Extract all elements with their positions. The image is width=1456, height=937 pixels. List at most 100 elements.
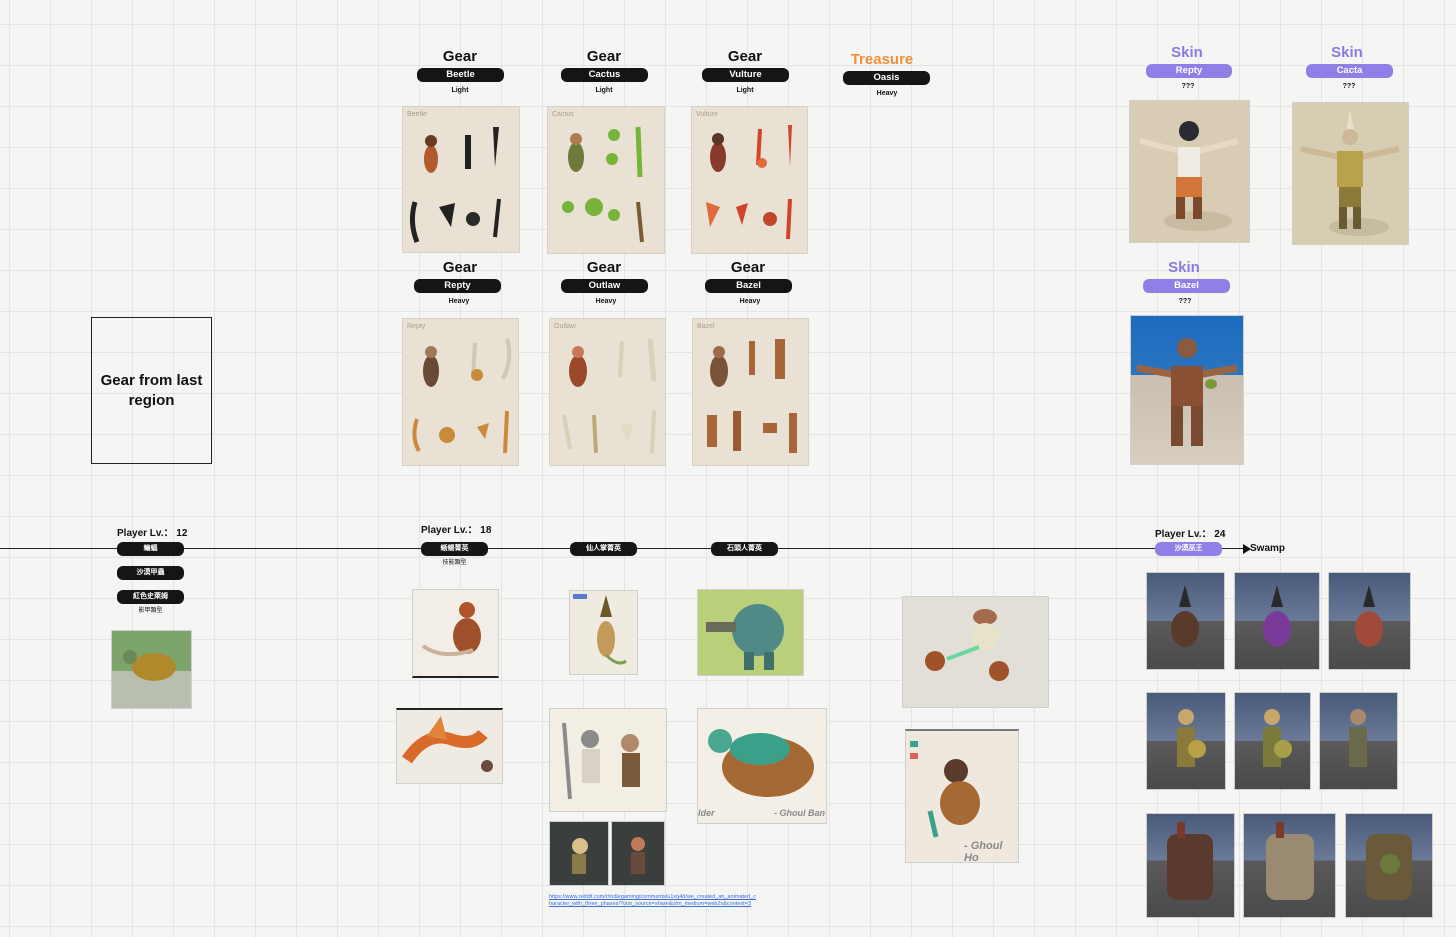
gear-title-cactus: Gear [586,48,622,65]
enemy-image-small-2[interactable] [611,821,665,886]
treasure-title: Treasure [850,51,914,68]
skin-pill-cacta[interactable]: Cacta [1306,64,1393,78]
skin-render-cacta[interactable] [1292,102,1409,245]
gear-pill-outlaw[interactable]: Outlaw [561,279,648,293]
boss-variant-3[interactable] [1328,572,1411,670]
enemy-image-stoneman[interactable] [697,589,804,676]
reference-link[interactable]: https://www.reddit.com/r/indiegaming/com… [549,894,759,908]
gear-from-last-region-box[interactable]: Gear from last region [91,317,212,464]
gear-pill-vulture[interactable]: Vulture [702,68,789,82]
enemy-image-ghoul-hound[interactable]: - Ghoul Ho [905,729,1019,863]
creature-figure [562,722,640,800]
gear-weight-repty: Heavy [448,298,470,305]
gear-card-beetle[interactable]: Beetle [402,106,520,253]
enemy-image-cactus-elite[interactable] [569,590,638,675]
player-level-18: Player Lv.： 18 [421,525,492,536]
character-figure [1300,109,1400,236]
gear-sheet-art [412,338,512,454]
creature-figure [1349,709,1367,767]
creature-figure [1171,585,1199,647]
boss-variant-4[interactable] [1146,692,1226,790]
creature-figure [112,650,191,708]
creature-figure [572,838,588,874]
gear-title-bazel: Gear [730,259,766,276]
skin-render-bazel[interactable] [1130,315,1244,465]
enemy-image-ghoul-beast[interactable]: lder - Ghoul Ban [697,708,827,824]
enemy-image-outlaws[interactable] [549,708,667,812]
gear-card-vulture[interactable]: Vulture [691,106,808,254]
gear-card-outlaw[interactable]: Outlaw [549,318,666,466]
gear-pill-beetle[interactable]: Beetle [417,68,504,82]
creature-figure [708,729,814,797]
creature-figure [706,604,784,670]
gear-weight-vulture: Light [736,87,754,94]
treasure-figure [925,609,1009,681]
skin-pill-repty[interactable]: Repty [1146,64,1232,78]
enemy-image-beetle[interactable] [111,630,192,709]
enemy-pill-desert-witch-king[interactable]: 沙漠巫王 [1155,542,1222,556]
skin-render-repty[interactable] [1129,100,1250,243]
boss-variant-6[interactable] [1319,692,1398,790]
treasure-pill-oasis[interactable]: Oasis [843,71,930,85]
gear-from-last-region-label: Gear from last region [100,371,203,409]
enemy-pill-stoneman-elite[interactable]: 石頭人菁英 [711,542,778,556]
image-caption: lder [698,808,715,818]
image-caption: - Ghoul Ho [964,840,1003,863]
gear-pill-cactus[interactable]: Cactus [561,68,648,82]
creature-figure [402,716,493,772]
treasure-weight: Heavy [876,90,898,97]
enemy-image-lizard[interactable] [412,589,499,678]
skin-title-cacta: Skin [1331,44,1363,61]
skin-note-bazel: ??? [1178,298,1192,305]
gear-card-repty[interactable]: Repty [402,318,519,466]
character-figure [1136,338,1238,446]
gear-sheet-art [706,125,792,240]
creature-figure [631,837,645,874]
gear-pill-bazel[interactable]: Bazel [705,279,792,293]
creature-figure [1177,709,1206,767]
creature-figure [573,594,627,665]
gear-title-repty: Gear [442,259,478,276]
skin-pill-bazel[interactable]: Bazel [1143,279,1230,293]
enemy-image-small-1[interactable] [549,821,609,886]
boss-variant-8[interactable] [1243,813,1336,918]
gear-card-bazel[interactable]: Bazel [692,318,809,466]
enemy-note-shadow-type: 影甲類型 [138,608,163,614]
enemy-image-dragon[interactable] [396,708,503,784]
player-level-12: Player Lv.： 12 [117,528,188,539]
enemy-pill-lizard-elite[interactable]: 蜥蜴菁英 [421,542,488,556]
player-level-24: Player Lv.： 24 [1155,529,1226,540]
boss-variant-5[interactable] [1234,692,1311,790]
skin-note-cacta: ??? [1342,83,1356,90]
treasure-image-oasis[interactable] [902,596,1049,708]
gear-sheet-art [409,127,501,243]
gear-title-vulture: Gear [727,48,763,65]
creature-figure [1263,585,1291,647]
boss-variant-1[interactable] [1146,572,1225,670]
enemy-note-skill-type: 技能類型 [442,560,467,566]
boss-variant-9[interactable] [1345,813,1433,918]
creature-figure [1263,709,1292,767]
enemy-pill-red-slime[interactable]: 紅色史萊姆 [117,590,184,604]
skin-note-repty: ??? [1181,83,1195,90]
image-caption: - Ghoul Ban [774,808,825,818]
enemy-pill-bat[interactable]: 蝙蝠 [117,542,184,556]
enemy-pill-desert-beetle[interactable]: 沙漠甲蟲 [117,566,184,580]
gear-weight-outlaw: Heavy [595,298,617,305]
gear-weight-beetle: Light [451,87,469,94]
boss-variant-7[interactable] [1146,813,1235,918]
creature-figure [1167,822,1213,900]
creature-figure [1266,822,1314,900]
swamp-label: Swamp [1250,543,1286,554]
gear-pill-repty[interactable]: Repty [414,279,501,293]
skin-title-repty: Skin [1171,44,1203,61]
character-figure [1139,121,1239,231]
gear-weight-bazel: Heavy [739,298,761,305]
gear-title-beetle: Gear [442,48,478,65]
gear-weight-cactus: Light [595,87,613,94]
boss-variant-2[interactable] [1234,572,1320,670]
gear-card-cactus[interactable]: Cactus [547,106,665,254]
enemy-pill-cactus-elite[interactable]: 仙人掌菁英 [570,542,637,556]
gear-sheet-art [562,338,657,454]
gear-sheet-art [707,339,797,453]
